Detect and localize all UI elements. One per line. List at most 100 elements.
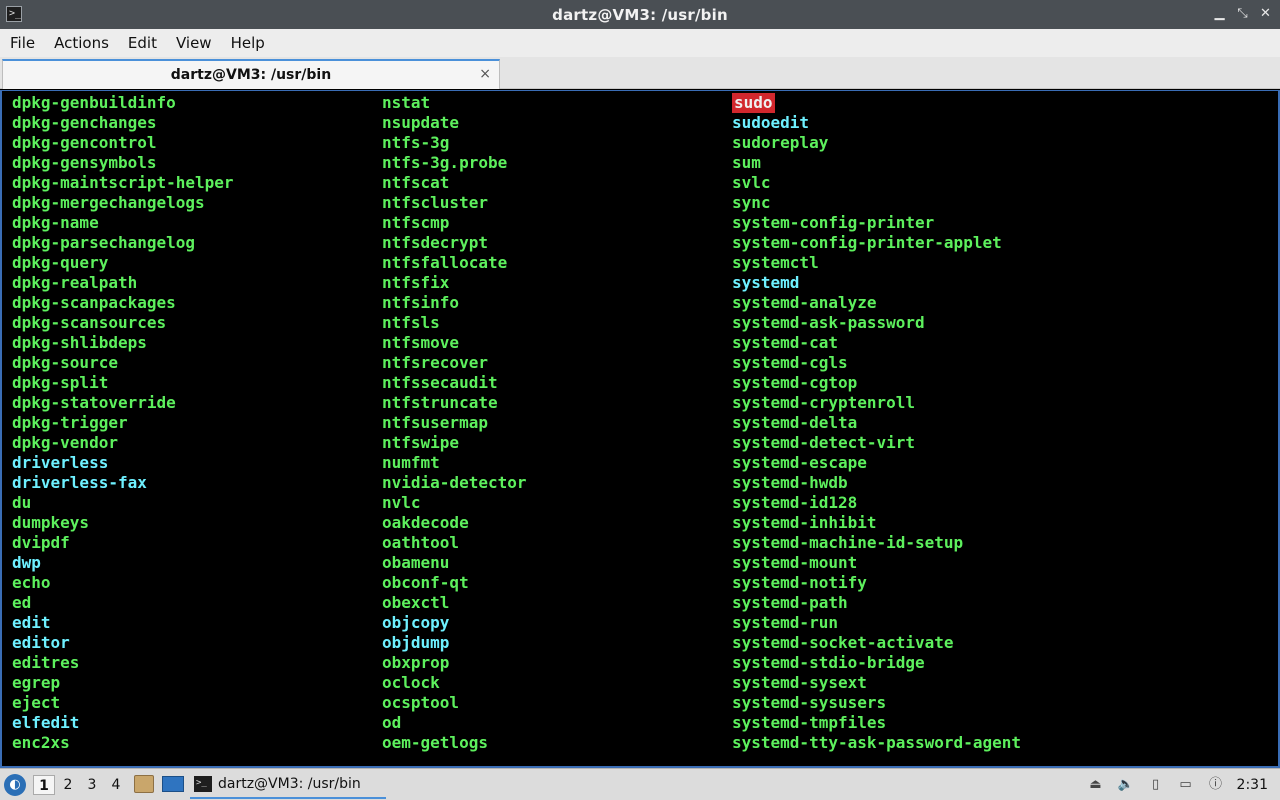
network-icon[interactable]: ▭ <box>1175 775 1197 795</box>
list-item: systemd-cryptenroll <box>732 393 1021 413</box>
task-label: dartz@VM3: /usr/bin <box>218 776 361 792</box>
list-item: dpkg-trigger <box>12 413 234 433</box>
list-item: od <box>382 713 527 733</box>
workspace-1-button[interactable]: 1 <box>33 775 55 795</box>
window-controls: ▁ ⤡ ✕ <box>1211 4 1274 24</box>
list-item: ed <box>12 593 234 613</box>
list-item: systemd-socket-activate <box>732 633 1021 653</box>
file-entry: systemd-inhibit <box>732 513 877 532</box>
file-entry: dpkg-gencontrol <box>12 133 157 152</box>
list-item: sudoreplay <box>732 133 1021 153</box>
list-item: dpkg-gensymbols <box>12 153 234 173</box>
list-item: ntfsusermap <box>382 413 527 433</box>
file-entry: eject <box>12 693 61 712</box>
listing-column-1: dpkg-genbuildinfo dpkg-genchanges dpkg-gen… <box>12 93 234 753</box>
menu-help[interactable]: Help <box>224 34 272 52</box>
list-item: obxprop <box>382 653 527 673</box>
file-entry: systemd-cat <box>732 333 838 352</box>
update-icon[interactable]: ⓘ <box>1205 775 1227 795</box>
workspace-2-button[interactable]: 2 <box>57 775 79 795</box>
file-entry: nvidia-detector <box>382 473 527 492</box>
file-entry: edit <box>12 613 51 632</box>
file-entry: dpkg-vendor <box>12 433 118 452</box>
file-entry: system-config-printer <box>732 213 935 232</box>
list-item: du <box>12 493 234 513</box>
list-item: dpkg-query <box>12 253 234 273</box>
file-entry: oclock <box>382 673 440 692</box>
volume-icon[interactable]: 🔈 <box>1115 775 1137 795</box>
list-item: dpkg-maintscript-helper <box>12 173 234 193</box>
terminal-output[interactable]: dpkg-genbuildinfo dpkg-genchanges dpkg-gen… <box>0 90 1280 768</box>
file-entry: sudo <box>732 93 775 113</box>
file-entry: systemd-detect-virt <box>732 433 916 452</box>
show-desktop-icon[interactable] <box>162 776 184 792</box>
file-entry: systemd-socket-activate <box>732 633 954 652</box>
menu-actions[interactable]: Actions <box>47 34 116 52</box>
list-item: driverless <box>12 453 234 473</box>
usb-icon[interactable]: ⏏ <box>1085 775 1107 795</box>
file-entry: systemd-id128 <box>732 493 858 512</box>
file-entry: dpkg-split <box>12 373 109 392</box>
minimize-button[interactable]: ▁ <box>1211 4 1228 24</box>
list-item: systemd-id128 <box>732 493 1021 513</box>
list-item: dpkg-genbuildinfo <box>12 93 234 113</box>
workspace-3-button[interactable]: 3 <box>81 775 103 795</box>
file-entry: ocsptool <box>382 693 460 712</box>
file-entry: oathtool <box>382 533 460 552</box>
tab-terminal[interactable]: dartz@VM3: /usr/bin × <box>2 59 500 89</box>
list-item: dwp <box>12 553 234 573</box>
clock[interactable]: 2:31 <box>1237 777 1268 793</box>
file-entry: systemd <box>732 273 800 292</box>
file-entry: ntfs-3g <box>382 133 450 152</box>
list-item: systemd-notify <box>732 573 1021 593</box>
listing-column-3: sudo sudoedit sudoreplay sum svlc sync system-… <box>732 93 1021 753</box>
file-entry: dpkg-scanpackages <box>12 293 176 312</box>
list-item: enc2xs <box>12 733 234 753</box>
file-entry: dpkg-genbuildinfo <box>12 93 176 112</box>
file-entry: systemd-sysext <box>732 673 867 692</box>
list-item: ntfssecaudit <box>382 373 527 393</box>
file-entry: dpkg-name <box>12 213 99 232</box>
close-tab-icon[interactable]: × <box>479 66 491 82</box>
file-entry: dvipdf <box>12 533 70 552</box>
menu-file[interactable]: File <box>3 34 42 52</box>
file-entry: sync <box>732 193 771 212</box>
list-item: obexctl <box>382 593 527 613</box>
list-item: nsupdate <box>382 113 527 133</box>
file-entry: systemd-sysusers <box>732 693 887 712</box>
list-item: systemd-analyze <box>732 293 1021 313</box>
file-entry: od <box>382 713 402 732</box>
maximize-button[interactable]: ⤡ <box>1234 4 1251 24</box>
file-entry: obxprop <box>382 653 450 672</box>
file-entry: systemd-path <box>732 593 848 612</box>
taskbar-task-terminal[interactable]: >_ dartz@VM3: /usr/bin <box>190 771 386 799</box>
workspace-4-button[interactable]: 4 <box>105 775 127 795</box>
file-entry: obconf-qt <box>382 573 469 592</box>
start-menu-button[interactable]: ◐ <box>4 774 26 796</box>
list-item: ntfsrecover <box>382 353 527 373</box>
menu-edit[interactable]: Edit <box>121 34 164 52</box>
list-item: systemd-ask-password <box>732 313 1021 333</box>
list-item: ntfsdecrypt <box>382 233 527 253</box>
file-manager-icon[interactable] <box>134 775 154 793</box>
menu-view[interactable]: View <box>169 34 219 52</box>
list-item: edit <box>12 613 234 633</box>
file-entry: dpkg-gensymbols <box>12 153 157 172</box>
list-item: sudoedit <box>732 113 1021 133</box>
file-entry: nsupdate <box>382 113 460 132</box>
file-entry: objdump <box>382 633 450 652</box>
close-button[interactable]: ✕ <box>1257 4 1274 24</box>
file-entry: systemd-notify <box>732 573 867 592</box>
file-entry: ntfsmove <box>382 333 460 352</box>
list-item: echo <box>12 573 234 593</box>
list-item: ntfsls <box>382 313 527 333</box>
clipboard-icon[interactable]: ▯ <box>1145 775 1167 795</box>
file-entry: dpkg-parsechangelog <box>12 233 196 252</box>
list-item: ntfsmove <box>382 333 527 353</box>
tab-bar: dartz@VM3: /usr/bin × <box>0 57 1280 89</box>
list-item: systemd-sysusers <box>732 693 1021 713</box>
list-item: dpkg-vendor <box>12 433 234 453</box>
list-item: dpkg-parsechangelog <box>12 233 234 253</box>
file-entry: systemd-mount <box>732 553 858 572</box>
list-item: systemd-stdio-bridge <box>732 653 1021 673</box>
